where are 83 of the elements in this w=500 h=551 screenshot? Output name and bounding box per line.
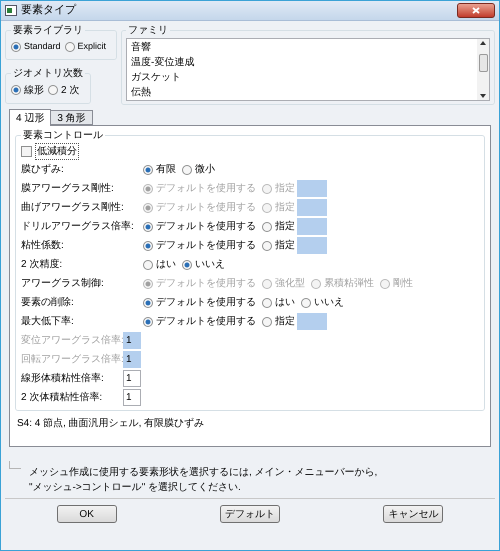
group-title: ファミリ	[127, 24, 169, 38]
radio-label: Standard	[24, 40, 61, 53]
radio-label: 微小	[195, 162, 215, 177]
window-title: 要素タイプ	[21, 2, 76, 18]
family-list[interactable]: 音響 温度-変位連成 ガスケット 伝熱	[126, 38, 490, 101]
scrollbar[interactable]	[477, 39, 489, 100]
dialog-button[interactable]: デフォルト	[220, 505, 280, 523]
radio-button[interactable]	[143, 316, 153, 326]
field-label: 曲げアワーグラス剛性:	[21, 200, 125, 215]
scroll-thumb[interactable]	[478, 54, 488, 72]
dialog-button[interactable]: キャンセル	[383, 505, 444, 523]
field-label: 変位アワーグラス倍率:	[21, 334, 123, 348]
field-label: 粘性係数:	[21, 238, 65, 253]
dialog-button[interactable]: OK	[56, 505, 117, 523]
field-label: 2 次体積粘性倍率:	[21, 390, 104, 405]
radio-label: 累積粘弾性	[324, 276, 374, 291]
input-field[interactable]: 1	[123, 389, 141, 406]
radio-label: Explicit	[78, 40, 106, 53]
radio-button[interactable]	[143, 222, 153, 232]
list-item[interactable]: 温度-変位連成	[130, 55, 477, 70]
radio-label: いいえ	[314, 296, 344, 310]
radio-label: 有限	[156, 163, 176, 177]
field-label: 最大低下率:	[21, 314, 75, 329]
radio-label: いいえ	[195, 258, 225, 272]
radio-label: デフォルトを使用する	[156, 296, 256, 310]
radio-button[interactable]	[301, 298, 311, 308]
radio-label: デフォルトを使用する	[156, 315, 256, 329]
radio-button[interactable]	[11, 85, 21, 95]
radio-label: デフォルトを使用する	[156, 182, 256, 196]
scroll-down-icon[interactable]	[480, 94, 486, 98]
radio-button[interactable]	[262, 298, 272, 308]
radio-button[interactable]	[64, 42, 75, 52]
radio-label: 指定	[275, 182, 295, 196]
list-item[interactable]: ガスケット	[130, 70, 477, 85]
radio-label: デフォルトを使用する	[156, 220, 256, 234]
group-title: 要素コントロール	[22, 128, 104, 143]
group-title: ジオメトリ次数	[12, 66, 84, 80]
radio-button[interactable]	[143, 260, 153, 270]
field-label: 膜ひずみ:	[21, 162, 65, 177]
radio-label: 指定	[275, 314, 295, 329]
radio-button[interactable]	[143, 164, 153, 174]
scroll-up-icon[interactable]	[480, 41, 486, 45]
radio-label: デフォルトを使用する	[156, 277, 256, 291]
input-field[interactable]: 1	[123, 370, 141, 387]
tab[interactable]: 3 角形	[51, 110, 93, 125]
radio-label: 指定	[275, 220, 295, 234]
close-button[interactable]	[457, 3, 495, 18]
close-icon	[472, 7, 480, 14]
radio-label: 2 次	[61, 84, 80, 98]
radio-button[interactable]	[262, 240, 272, 250]
radio-button[interactable]	[182, 260, 192, 270]
field-label: ドリルアワーグラス倍率:	[21, 220, 135, 234]
radio-label: 剛性	[393, 276, 413, 291]
radio-label: はい	[156, 258, 176, 272]
radio-button[interactable]	[182, 164, 192, 174]
group-title: 要素ライブラリ	[12, 24, 84, 38]
checkbox[interactable]	[21, 146, 32, 157]
radio-label: はい	[275, 296, 295, 310]
hint-text: メッシュ作成に使用する要素形状を選択するには, メイン・メニューバーから, "メッシュ->コントロール" を選択してください.	[29, 466, 378, 495]
field-label: 線形体積粘性倍率:	[21, 372, 105, 386]
radio-button[interactable]	[143, 298, 153, 308]
radio-button[interactable]	[143, 240, 153, 250]
radio-label: 指定	[275, 238, 295, 253]
radio-label: 指定	[275, 200, 295, 215]
radio-button[interactable]	[262, 316, 272, 326]
window-icon	[5, 5, 17, 16]
radio-label: 強化型	[275, 276, 305, 291]
radio-label: 線形	[24, 84, 44, 98]
field-label: 回転アワーグラス倍率:	[21, 352, 123, 367]
radio-button[interactable]	[11, 42, 21, 52]
radio-button[interactable]	[262, 222, 272, 232]
field-label: 要素の削除:	[21, 296, 75, 310]
radio-button[interactable]	[48, 85, 58, 95]
field-label: 2 次精度:	[21, 258, 64, 272]
list-item[interactable]: 音響	[130, 40, 477, 55]
field-label: アワーグラス制御:	[21, 276, 105, 291]
radio-label: デフォルトを使用する	[156, 201, 256, 215]
field-label: 膜アワーグラス剛性:	[21, 182, 115, 196]
element-description: S4: 4 節点, 曲面汎用シェル, 有限膜ひずみ	[16, 416, 206, 431]
tab[interactable]: 4 辺形	[9, 109, 52, 126]
list-item[interactable]: 伝熱	[130, 85, 477, 100]
radio-label: デフォルトを使用する	[156, 239, 256, 253]
checkbox-label[interactable]: 低減積分	[35, 143, 79, 160]
